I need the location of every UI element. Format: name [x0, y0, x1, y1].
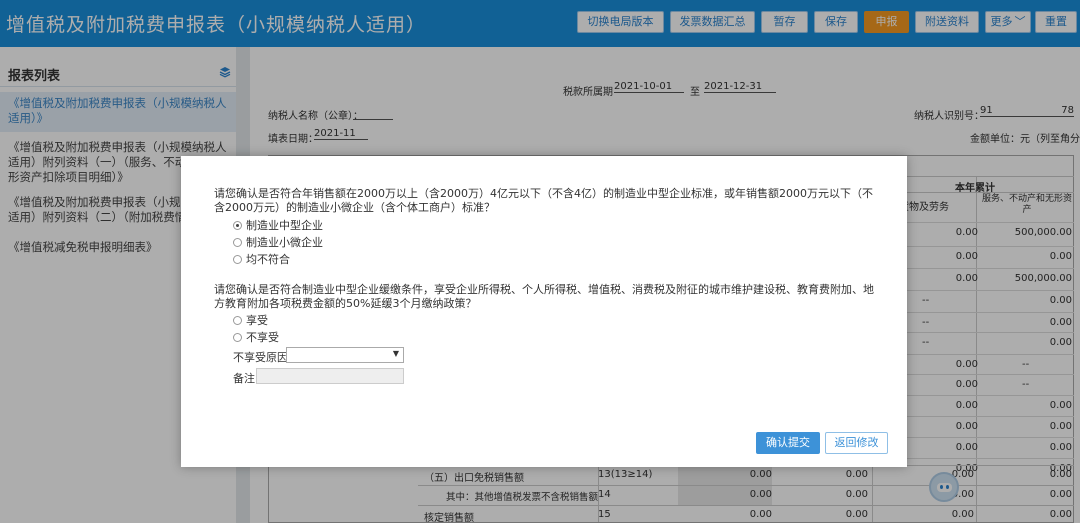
radio-unchecked-icon — [233, 238, 242, 247]
radio-unchecked-icon — [233, 333, 242, 342]
question-1-text: 请您确认是否符合年销售额在2000万以上（含2000万）4亿元以下（不含4亿）的… — [214, 187, 873, 214]
question-2-text: 请您确认是否符合制造业中型企业缓缴条件，享受企业所得税、个人所得税、增值税、消费… — [214, 283, 874, 310]
policy-confirm-dialog: 请您确认是否符合年销售额在2000万以上（含2000万）4亿元以下（不含4亿）的… — [181, 156, 907, 467]
radio-small-enterprise[interactable]: 制造业小微企业 — [233, 236, 323, 250]
reason-select[interactable]: ▼ — [286, 347, 404, 363]
radio-unchecked-icon — [233, 316, 242, 325]
note-input[interactable] — [256, 368, 404, 384]
radio-checked-icon — [233, 221, 242, 230]
radio-medium-enterprise[interactable]: 制造业中型企业 — [233, 219, 323, 233]
radio-not-qualified[interactable]: 均不符合 — [233, 253, 290, 267]
reason-label: 不享受原因: — [233, 351, 292, 364]
dropdown-arrow-icon: ▼ — [392, 349, 399, 358]
radio-enjoy[interactable]: 享受 — [233, 314, 268, 328]
radio-not-enjoy[interactable]: 不享受 — [233, 331, 279, 345]
radio-unchecked-icon — [233, 255, 242, 264]
note-label: 备注: — [233, 372, 259, 385]
confirm-submit-button[interactable]: 确认提交 — [756, 432, 820, 454]
back-modify-button[interactable]: 返回修改 — [825, 432, 888, 454]
